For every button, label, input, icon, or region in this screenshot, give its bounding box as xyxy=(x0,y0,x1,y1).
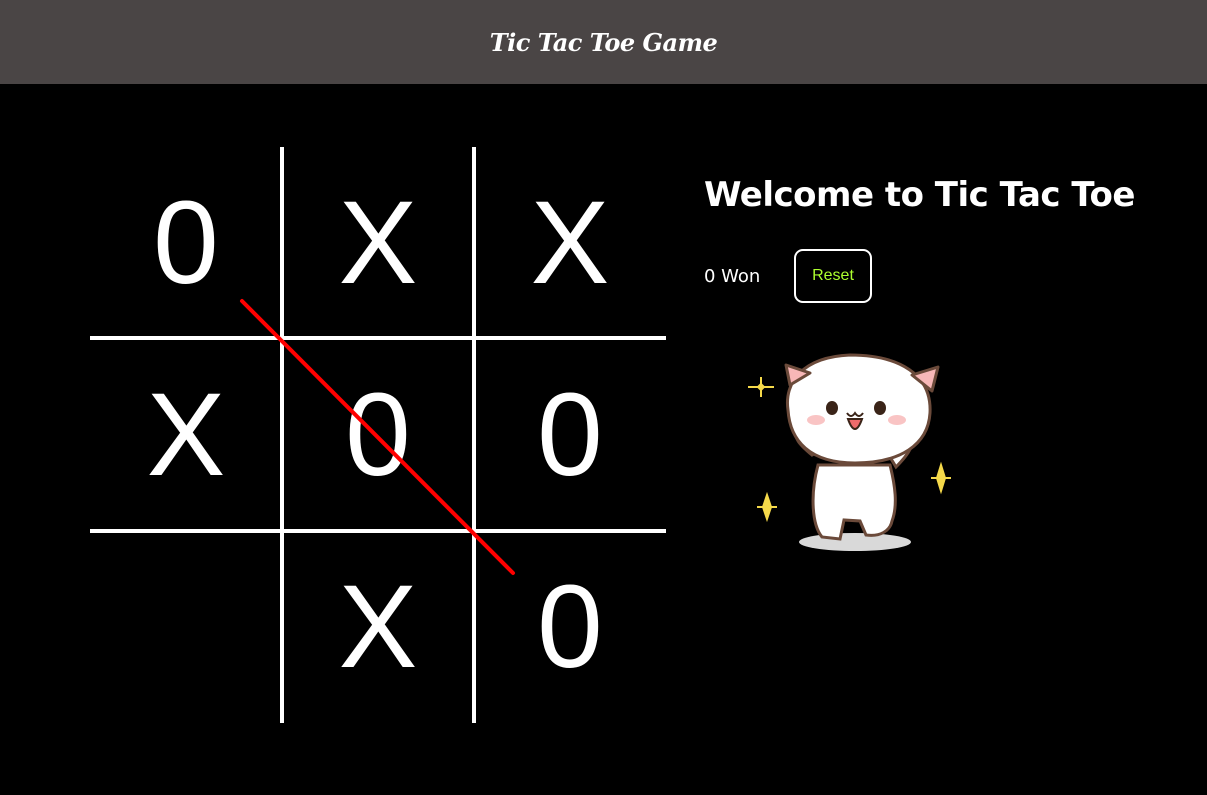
cell-6[interactable] xyxy=(90,531,282,722)
reset-button[interactable]: Reset xyxy=(794,249,872,303)
nav-title: Tic Tac Toe Game xyxy=(489,27,718,57)
cell-5[interactable]: 0 xyxy=(474,339,666,530)
cell-0[interactable]: 0 xyxy=(90,147,282,338)
cell-2[interactable]: X xyxy=(474,147,666,338)
cell-8[interactable]: 0 xyxy=(474,531,666,722)
grid-line-vertical-2 xyxy=(472,147,476,723)
cell-7[interactable]: X xyxy=(282,531,474,722)
welcome-heading: Welcome to Tic Tac Toe xyxy=(704,175,1135,215)
cell-4[interactable]: 0 xyxy=(282,339,474,530)
score-row: 0 Won Reset xyxy=(704,249,872,303)
info-panel: Welcome to Tic Tac Toe xyxy=(704,175,1135,215)
winner-status: 0 Won xyxy=(704,265,761,287)
navbar: Tic Tac Toe Game xyxy=(0,0,1207,84)
cell-3[interactable]: X xyxy=(90,339,282,530)
grid-line-vertical-1 xyxy=(280,147,284,723)
cell-1[interactable]: X xyxy=(282,147,474,338)
grid-line-horizontal-1 xyxy=(90,336,666,340)
grid-line-horizontal-2 xyxy=(90,529,666,533)
game-board: 0 X X X 0 0 X 0 xyxy=(90,147,666,723)
dancing-cat-icon xyxy=(740,345,960,560)
